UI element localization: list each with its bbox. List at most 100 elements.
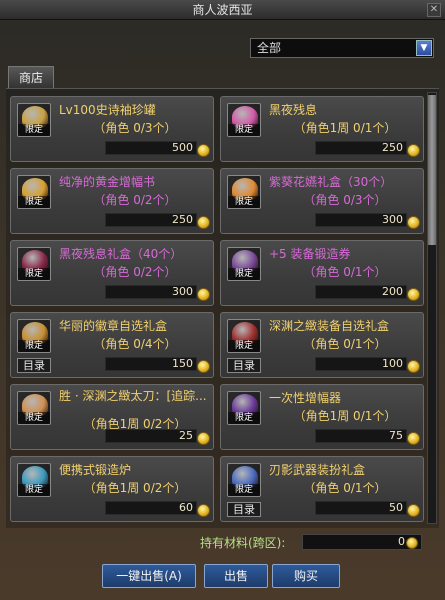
shop-item-card[interactable]: 限定 一次性增幅器 （角色1周 0/1个） 75 xyxy=(220,384,424,450)
item-name: 黑夜残息 xyxy=(269,103,318,117)
item-icon-slot[interactable]: 限定 xyxy=(17,103,51,137)
shop-item-card[interactable]: 限定 黑夜残息 （角色1周 0/1个） 250 xyxy=(220,96,424,162)
scrollbar-thumb[interactable] xyxy=(428,95,436,245)
coin-icon xyxy=(197,216,210,229)
item-scrollbar[interactable] xyxy=(427,92,437,524)
item-price: 75 xyxy=(315,429,407,443)
item-name: 便携式锻造炉 xyxy=(59,463,132,477)
close-icon[interactable]: ✕ xyxy=(427,3,441,17)
limited-tag: 限定 xyxy=(228,124,260,136)
tab-shop[interactable]: 商店 xyxy=(8,66,54,88)
shop-item-card[interactable]: 限定 Lv100史诗袖珍罐 （角色 0/3个） 500 xyxy=(10,96,214,162)
limited-tag: 限定 xyxy=(18,124,50,136)
item-name: 深渊之緻装备自选礼盒 xyxy=(269,319,390,333)
item-name: +5 装备锻造券 xyxy=(269,247,351,261)
shop-item-card[interactable]: 限定 黑夜残息礼盒（40个） （角色 0/2个） 300 xyxy=(10,240,214,306)
limited-tag: 限定 xyxy=(18,196,50,208)
item-name: Lv100史诗袖珍罐 xyxy=(59,103,156,117)
category-filter-select[interactable]: 全部 ▼ xyxy=(250,38,434,58)
item-name: 黑夜残息礼盒（40个） xyxy=(59,247,183,261)
limited-tag: 限定 xyxy=(18,340,50,352)
item-icon-slot[interactable]: 限定 xyxy=(227,463,261,497)
coin-icon xyxy=(407,144,420,157)
item-icon-slot[interactable]: 限定 xyxy=(17,175,51,209)
shop-item-card[interactable]: 限定胜 · 深渊之緻太刀：[追踪... （角色1周 0/2个） 25 xyxy=(10,384,214,450)
item-price: 500 xyxy=(105,141,197,155)
shop-item-card[interactable]: 限定 便携式锻造炉 （角色1周 0/2个） 60 xyxy=(10,456,214,522)
coin-icon xyxy=(407,432,420,445)
item-price: 300 xyxy=(105,285,197,299)
coin-icon xyxy=(197,144,210,157)
limited-tag: 限定 xyxy=(228,196,260,208)
catalog-button[interactable]: 目录 xyxy=(17,358,51,373)
item-price: 100 xyxy=(315,357,407,371)
limited-tag: 限定 xyxy=(228,268,260,280)
buy-button[interactable]: 购买 xyxy=(272,564,340,588)
sell-button[interactable]: 出售 xyxy=(204,564,268,588)
item-price: 50 xyxy=(315,501,407,515)
item-price: 200 xyxy=(315,285,407,299)
shop-item-card[interactable]: 限定 纯净的黄金增幅书 （角色 0/2个） 250 xyxy=(10,168,214,234)
limited-tag: 限定 xyxy=(18,484,50,496)
item-name: 紫葵花嬿礼盒（30个） xyxy=(269,175,393,189)
limited-tag: 限定 xyxy=(228,412,260,424)
item-purchase-limit: （角色1周 0/1个） xyxy=(293,121,397,135)
item-icon-slot[interactable]: 限定 xyxy=(227,103,261,137)
coin-icon xyxy=(197,360,210,373)
item-icon-slot[interactable]: 限定 xyxy=(17,463,51,497)
shop-item-card[interactable]: 限定 华丽的徽章自选礼盒 （角色 0/4个） 150 目录 xyxy=(10,312,214,378)
coin-icon xyxy=(197,288,210,301)
materials-value-box: 0 xyxy=(302,534,422,550)
materials-display: 持有材料(跨区): 0 xyxy=(190,533,436,551)
shop-item-card[interactable]: 限定 深渊之緻装备自选礼盒 （角色 0/1个） 100 目录 xyxy=(220,312,424,378)
coin-icon xyxy=(407,216,420,229)
chevron-down-icon[interactable]: ▼ xyxy=(416,40,432,56)
materials-label: 持有材料(跨区): xyxy=(200,536,286,550)
materials-value: 0 xyxy=(398,535,405,548)
item-purchase-limit: （角色 0/3个） xyxy=(303,193,387,207)
item-icon-slot[interactable]: 限定 xyxy=(17,319,51,353)
item-name: 纯净的黄金增幅书 xyxy=(59,175,156,189)
sell-all-button[interactable]: 一键出售(A) xyxy=(102,564,196,588)
item-purchase-limit: （角色1周 0/1个） xyxy=(293,409,397,423)
limited-tag: 限定 xyxy=(18,412,50,424)
item-icon-slot[interactable]: 限定 xyxy=(227,319,261,353)
limited-tag: 限定 xyxy=(18,268,50,280)
item-icon-slot[interactable]: 限定 xyxy=(227,391,261,425)
item-icon-slot[interactable]: 限定 xyxy=(227,175,261,209)
coin-icon xyxy=(406,537,418,549)
item-name: 一次性增幅器 xyxy=(269,391,342,405)
item-price: 150 xyxy=(105,357,197,371)
item-price: 60 xyxy=(105,501,197,515)
item-name: 胜 · 深渊之緻太刀：[追踪... xyxy=(59,389,207,403)
item-purchase-limit: （角色1周 0/2个） xyxy=(83,481,187,495)
item-name: 华丽的徽章自选礼盒 xyxy=(59,319,168,333)
coin-icon xyxy=(407,360,420,373)
item-icon-slot[interactable]: 限定 xyxy=(227,247,261,281)
catalog-button[interactable]: 目录 xyxy=(227,502,261,517)
item-purchase-limit: （角色 0/4个） xyxy=(93,337,177,351)
catalog-button[interactable]: 目录 xyxy=(227,358,261,373)
item-purchase-limit: （角色 0/1个） xyxy=(303,337,387,351)
window-title: 商人波西亚 xyxy=(192,3,253,17)
item-purchase-limit: （角色 0/2个） xyxy=(93,265,177,279)
coin-icon xyxy=(407,288,420,301)
shop-item-card[interactable]: 限定 刃影武器装扮礼盒 （角色 0/1个） 50 目录 xyxy=(220,456,424,522)
coin-icon xyxy=(197,432,210,445)
item-icon-slot[interactable]: 限定 xyxy=(17,247,51,281)
item-price: 25 xyxy=(105,429,197,443)
item-icon-slot[interactable]: 限定 xyxy=(17,391,51,425)
coin-icon xyxy=(197,504,210,517)
shop-item-card[interactable]: 限定 紫葵花嬿礼盒（30个） （角色 0/3个） 300 xyxy=(220,168,424,234)
item-price: 250 xyxy=(105,213,197,227)
shop-item-card[interactable]: 限定 +5 装备锻造券 （角色 0/1个） 200 xyxy=(220,240,424,306)
limited-tag: 限定 xyxy=(228,340,260,352)
item-purchase-limit: （角色 0/2个） xyxy=(93,193,177,207)
item-purchase-limit: （角色 0/1个） xyxy=(303,265,387,279)
item-price: 300 xyxy=(315,213,407,227)
filter-selected-value: 全部 xyxy=(257,41,282,55)
coin-icon xyxy=(407,504,420,517)
window-title-bar: 商人波西亚 ✕ xyxy=(0,0,445,20)
limited-tag: 限定 xyxy=(228,484,260,496)
item-purchase-limit: （角色 0/3个） xyxy=(93,121,177,135)
